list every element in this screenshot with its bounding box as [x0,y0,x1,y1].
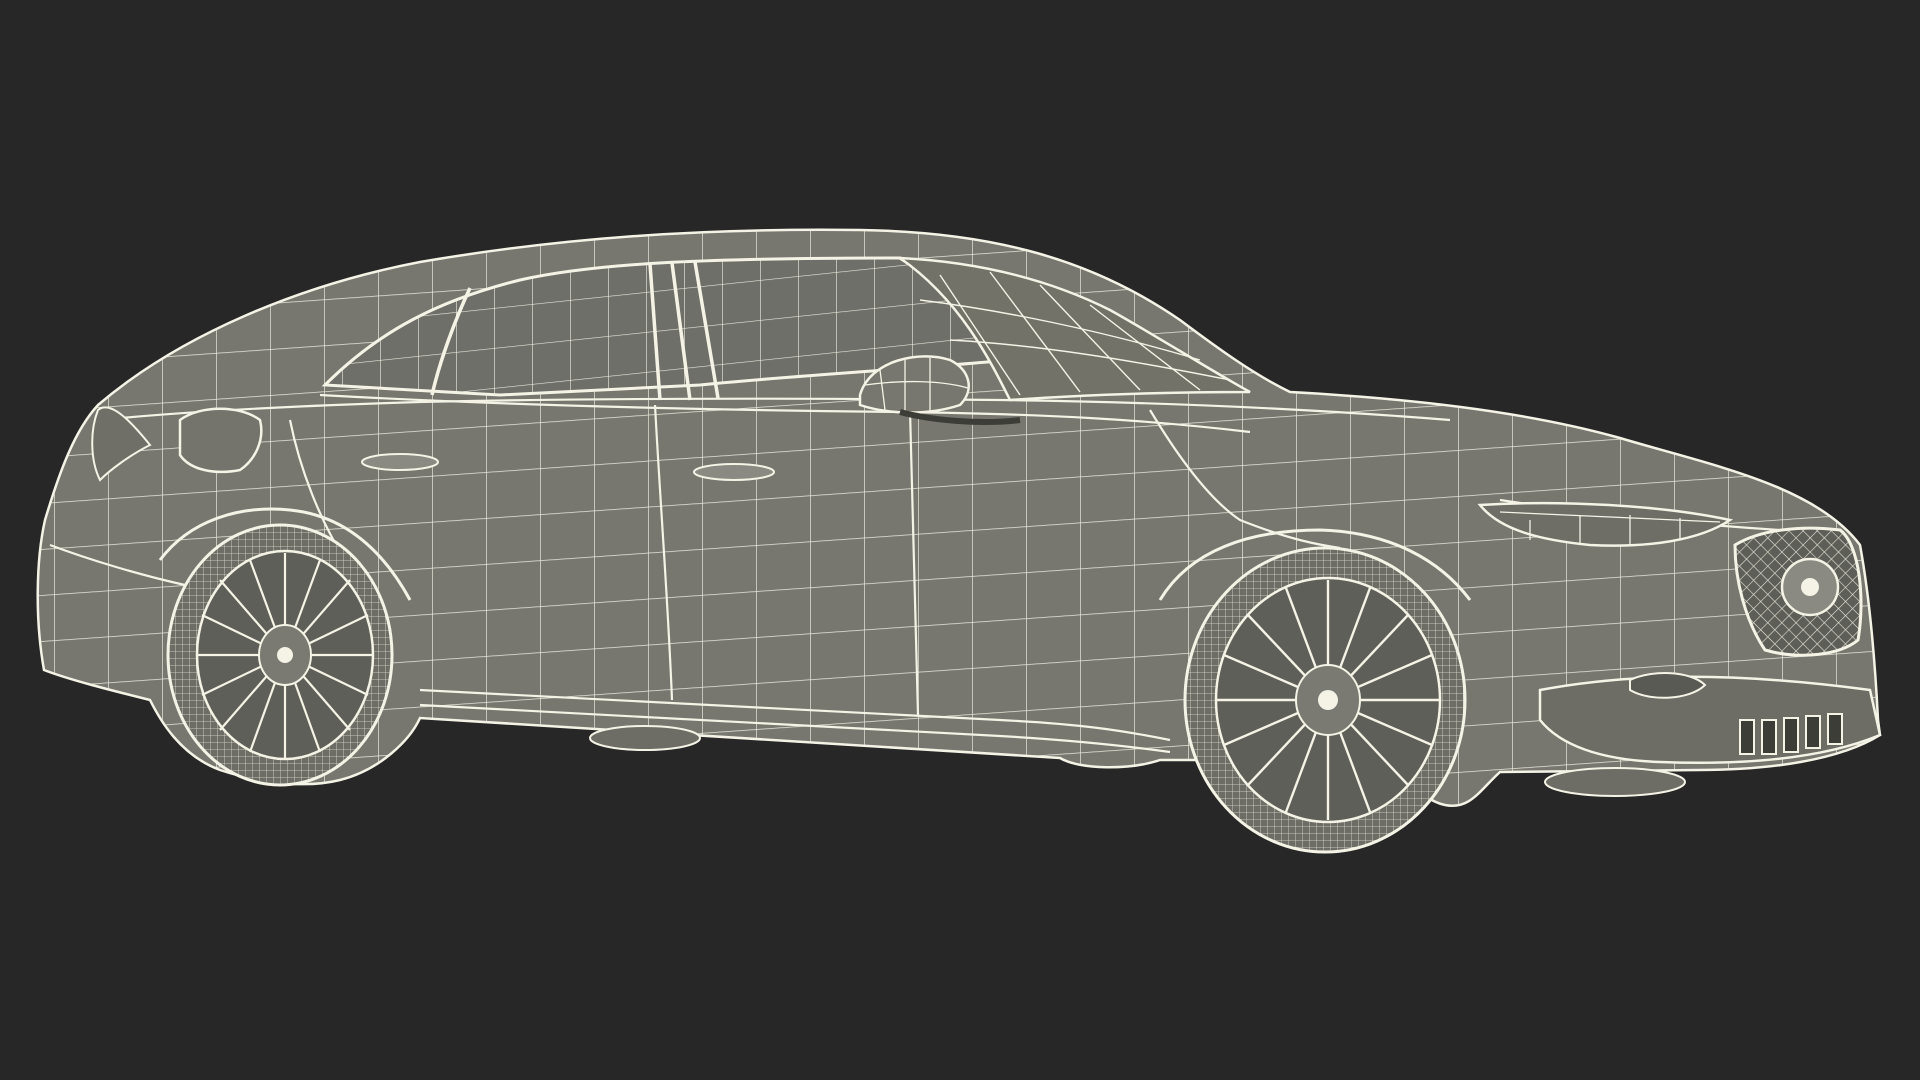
front-door-handle [693,463,775,481]
charge-port-door [178,407,263,474]
rear-wheel [166,523,394,787]
front-bumper [1538,672,1882,765]
front-wheel [1183,546,1467,854]
3d-viewport[interactable] [0,0,1920,1080]
car-wireframe-model [36,228,1882,854]
rear-door-handle [361,453,439,471]
far-rear-wheel [589,725,701,751]
far-front-wheel [1544,767,1686,797]
